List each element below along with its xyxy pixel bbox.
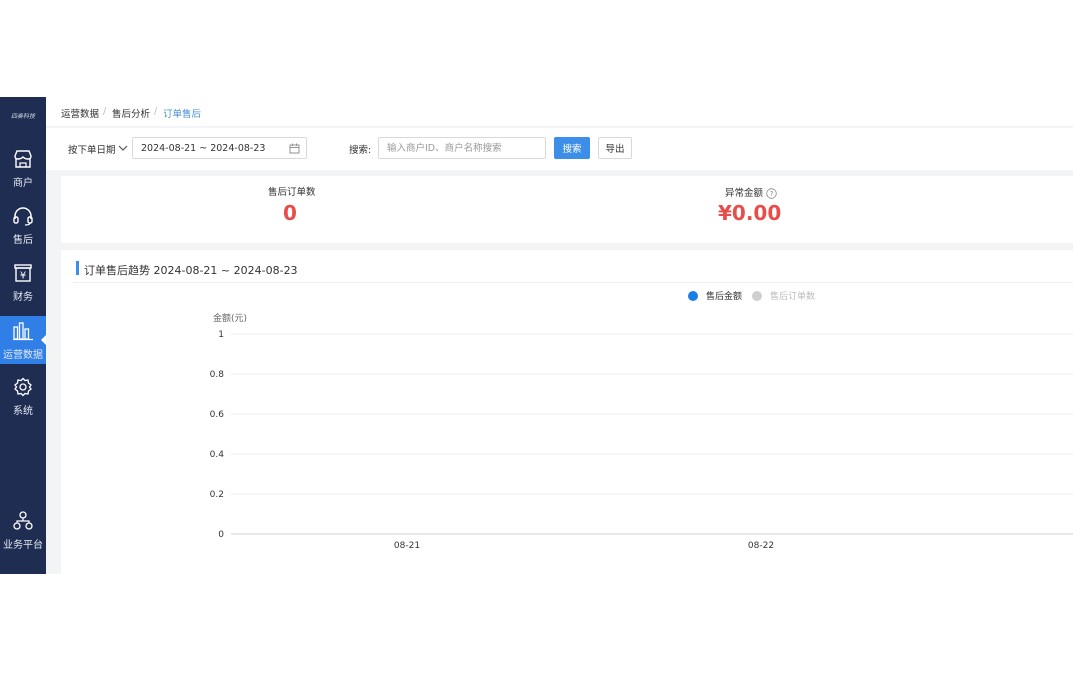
- sidebar-item-label: 售后: [13, 235, 33, 246]
- gear-icon: [0, 377, 46, 401]
- svg-text:¥: ¥: [20, 271, 26, 282]
- sidebar-item-system[interactable]: 系统: [0, 377, 46, 417]
- y-tick-label: 0.6: [210, 410, 225, 420]
- date-type-label: 按下单日期: [68, 145, 116, 156]
- bar-chart-icon: [0, 321, 46, 345]
- logo: 四奏科技: [10, 113, 35, 120]
- export-button[interactable]: 导出: [598, 137, 632, 159]
- breadcrumb-current: 订单售后: [163, 109, 202, 120]
- search-input[interactable]: [378, 137, 546, 159]
- sidebar-item-label: 财务: [13, 292, 33, 303]
- abnormal-amount-value: ¥0.00: [718, 201, 782, 225]
- date-type-select[interactable]: 按下单日期: [68, 142, 128, 156]
- legend-label: 售后订单数: [770, 290, 815, 302]
- sidebar: 四奏科技 商户 售后 ¥ 财务 运营数据 系统 业务平台: [0, 97, 46, 574]
- sidebar-item-business-platform[interactable]: 业务平台: [0, 511, 46, 551]
- calendar-icon: [289, 143, 300, 157]
- store-icon: [0, 149, 46, 173]
- chart-card: 订单售后趋势 2024-08-21 ~ 2024-08-23 金额(元) 1 0.8…: [61, 250, 1073, 574]
- sidebar-item-operations-data[interactable]: 运营数据: [0, 316, 46, 364]
- legend-marker: [752, 291, 762, 301]
- search-button[interactable]: 搜索: [554, 137, 590, 159]
- after-sale-orders-value: 0: [283, 201, 297, 225]
- sidebar-item-after-sales[interactable]: 售后: [0, 206, 46, 246]
- legend-marker: [688, 291, 698, 301]
- breadcrumb-separator: /: [154, 106, 158, 117]
- y-tick-label: 0: [218, 530, 224, 540]
- y-tick-label: 0.4: [210, 450, 225, 460]
- chevron-down-icon: [118, 144, 128, 155]
- breadcrumb-separator: /: [103, 106, 107, 117]
- breadcrumb-item[interactable]: 运营数据: [61, 106, 99, 120]
- svg-text:?: ?: [770, 190, 774, 198]
- stats-panel: 售后订单数 0 异常金额 ? ¥0.00: [61, 176, 1073, 243]
- finance-icon: ¥: [0, 263, 46, 287]
- headset-icon: [0, 206, 46, 230]
- date-range-value: 2024-08-21 ~ 2024-08-23: [141, 143, 266, 154]
- legend-label: 售后金额: [706, 290, 742, 302]
- abnormal-amount-label: 异常金额: [725, 188, 764, 199]
- x-tick-label: 08-21: [394, 541, 420, 551]
- x-tick-label: 08-22: [748, 541, 774, 551]
- y-tick-label: 1: [218, 330, 224, 340]
- sidebar-item-label: 业务平台: [3, 540, 43, 551]
- after-sale-orders-label: 售后订单数: [268, 187, 316, 198]
- breadcrumb-item[interactable]: 售后分析: [112, 106, 150, 120]
- trend-chart: 金额(元) 1 0.8 0.6 0.4 0.2 0 08-21 08-22 售后金额 售后订单数: [210, 290, 1073, 551]
- sidebar-item-label: 运营数据: [3, 350, 43, 361]
- breadcrumb: 运营数据 / 售后分析 / 订单售后: [46, 97, 1073, 126]
- y-tick-label: 0.8: [210, 370, 225, 380]
- sidebar-item-merchant[interactable]: 商户: [0, 149, 46, 189]
- filter-bar: 按下单日期 2024-08-21 ~ 2024-08-23 搜索: 搜索 导出: [46, 128, 1073, 170]
- sidebar-item-label: 系统: [13, 406, 33, 417]
- main-content: 运营数据 / 售后分析 / 订单售后 按下单日期 2024-08-21 ~ 20…: [46, 97, 1073, 574]
- y-tick-label: 0.2: [210, 490, 224, 500]
- sidebar-item-finance[interactable]: ¥ 财务: [0, 263, 46, 303]
- sidebar-item-label: 商户: [13, 178, 33, 189]
- date-range-picker[interactable]: 2024-08-21 ~ 2024-08-23: [132, 137, 307, 159]
- search-label: 搜索:: [349, 145, 372, 156]
- y-axis-label: 金额(元): [213, 312, 247, 324]
- org-icon: [0, 511, 46, 535]
